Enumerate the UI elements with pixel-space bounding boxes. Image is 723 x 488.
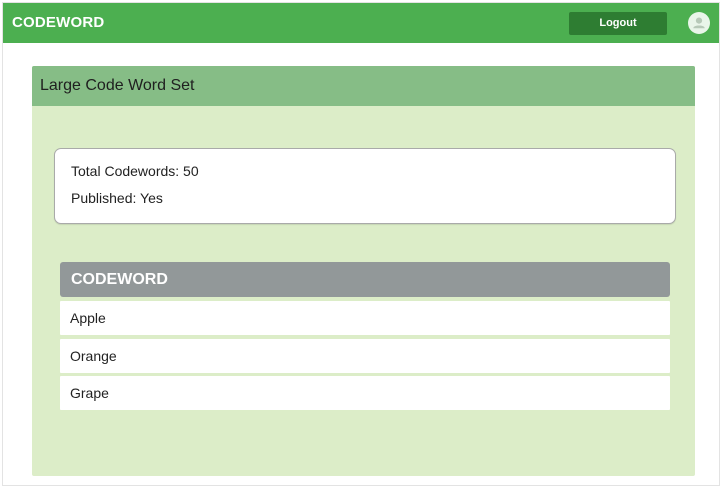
codeword-cell: Grape [70, 385, 109, 401]
user-avatar-icon[interactable] [688, 12, 710, 34]
codeword-set-card: Large Code Word Set Total Codewords: 50 … [32, 66, 695, 476]
total-codewords: Total Codewords: 50 [71, 163, 199, 179]
logout-button[interactable]: Logout [569, 12, 667, 35]
published-status: Published: Yes [71, 190, 163, 206]
card-header: Large Code Word Set [32, 66, 695, 106]
top-navigation-bar: CODEWORD Logout [3, 3, 719, 43]
codeword-cell: Orange [70, 348, 117, 364]
codeword-row[interactable]: Grape [60, 376, 670, 410]
codeword-row[interactable]: Orange [60, 339, 670, 373]
codeword-cell: Apple [70, 310, 106, 326]
codeword-set-summary: Total Codewords: 50 Published: Yes [54, 148, 676, 224]
card-title: Large Code Word Set [40, 77, 195, 94]
codeword-row[interactable]: Apple [60, 301, 670, 335]
codeword-column-header: CODEWORD [71, 271, 168, 288]
app-brand[interactable]: CODEWORD [12, 14, 104, 31]
codeword-table-header: CODEWORD [60, 262, 670, 297]
app-window: CODEWORD Logout Large Code Word Set Tota… [2, 2, 720, 486]
